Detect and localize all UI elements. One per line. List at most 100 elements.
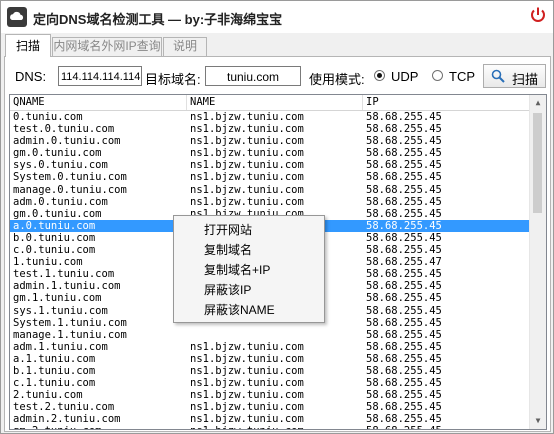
table-cell: gm.2.tuniu.com: [10, 425, 102, 429]
table-cell: 58.68.255.45: [366, 413, 442, 426]
table-row[interactable]: c.1.tuniu.com ns1.bjzw.tuniu.com 58.68.255…: [10, 377, 530, 389]
table-row[interactable]: adm.0.tuniu.com ns1.bjzw.tuniu.com 58.68.2…: [10, 196, 530, 208]
table-cell: ns1.bjzw.tuniu.com: [190, 183, 304, 196]
table-cell: adm.0.tuniu.com: [13, 195, 108, 208]
table-cell: 58.68.255.45: [366, 159, 442, 172]
table-cell: a.0.tuniu.com: [13, 219, 96, 232]
scan-button[interactable]: 扫描: [483, 64, 546, 88]
table-row[interactable]: manage.0.tuniu.com ns1.bjzw.tuniu.com 58.6…: [10, 184, 530, 196]
table-cell: gm.0.tuniu.com: [13, 147, 102, 160]
table-cell: ns1.bjzw.tuniu.com: [190, 195, 304, 208]
table-cell: admin.2.tuniu.com: [13, 413, 121, 426]
context-menu: 打开网站 复制域名 复制域名+IP 屏蔽该IP 屏蔽该NAME: [173, 215, 325, 323]
table-cell: 58.68.255.45: [366, 183, 442, 196]
table-cell: 58.68.255.45: [366, 377, 442, 390]
table-row[interactable]: 2.tuniu.com ns1.bjzw.tuniu.com 58.68.255.4…: [10, 389, 530, 401]
dns-input[interactable]: 114.114.114.114: [58, 66, 142, 86]
menu-item-block-name[interactable]: 屏蔽该NAME: [204, 301, 275, 318]
table-cell: adm.1.tuniu.com: [13, 340, 108, 353]
table-cell: test.0.tuniu.com: [13, 123, 115, 136]
table-cell: 58.68.255.45: [366, 328, 442, 341]
tab-help[interactable]: 说明: [163, 37, 207, 56]
udp-radio[interactable]: [374, 70, 385, 81]
table-cell: a.1.tuniu.com: [13, 352, 96, 365]
table-cell: test.2.tuniu.com: [13, 401, 115, 414]
table-cell: 58.68.255.45: [366, 401, 442, 414]
table-cell: 58.68.255.45: [366, 268, 442, 281]
vertical-scrollbar[interactable]: ▲ ▼: [529, 95, 546, 429]
table-cell: ns1.bjzw.tuniu.com: [190, 111, 304, 123]
table-cell: ns1.bjzw.tuniu.com: [190, 123, 304, 136]
table-cell: 2.tuniu.com: [13, 389, 83, 402]
mode-label: 使用模式:: [309, 72, 365, 87]
table-cell: System.0.tuniu.com: [13, 171, 127, 184]
column-header-qname[interactable]: QNAME: [10, 95, 187, 110]
table-cell: ns1.bjzw.tuniu.com: [190, 135, 304, 148]
table-cell: admin.1.tuniu.com: [13, 280, 121, 293]
tcp-radio[interactable]: [432, 70, 443, 81]
table-cell: ns1.bjzw.tuniu.com: [190, 389, 304, 402]
table-cell: ns1.bjzw.tuniu.com: [190, 159, 304, 172]
table-row[interactable]: manage.1.tuniu.com 58.68.255.45: [10, 329, 530, 341]
table-cell: 58.68.255.47: [366, 256, 442, 269]
table-row[interactable]: 0.tuniu.com ns1.bjzw.tuniu.com 58.68.255.4…: [10, 111, 530, 123]
table-cell: 58.68.255.45: [363, 425, 442, 429]
table-row[interactable]: test.0.tuniu.com ns1.bjzw.tuniu.com 58.68.…: [10, 123, 530, 135]
table-cell: 58.68.255.45: [366, 195, 442, 208]
table-cell: 58.68.255.45: [366, 171, 442, 184]
table-cell: ns1.bjzw.tuniu.com: [190, 364, 304, 377]
table-cell: ns1.bjzw.tuniu.com: [187, 425, 304, 429]
power-icon[interactable]: [529, 6, 547, 24]
table-cell: test.1.tuniu.com: [13, 268, 115, 281]
search-icon: [491, 69, 505, 83]
tab-scan[interactable]: 扫描: [5, 34, 51, 57]
scroll-up-icon[interactable]: ▲: [530, 95, 546, 111]
menu-item-copy-domain[interactable]: 复制域名: [204, 241, 252, 258]
table-cell: 1.tuniu.com: [13, 256, 83, 269]
table-cell: 58.68.255.45: [366, 231, 442, 244]
table-row[interactable]: System.0.tuniu.com ns1.bjzw.tuniu.com 58.6…: [10, 171, 530, 183]
table-row[interactable]: gm.0.tuniu.com ns1.bjzw.tuniu.com 58.68.25…: [10, 147, 530, 159]
table-cell: manage.0.tuniu.com: [13, 183, 127, 196]
menu-item-block-ip[interactable]: 屏蔽该IP: [204, 281, 251, 298]
table-row[interactable]: sys.0.tuniu.com ns1.bjzw.tuniu.com 58.68.2…: [10, 159, 530, 171]
table-row[interactable]: admin.2.tuniu.com ns1.bjzw.tuniu.com 58.68…: [10, 413, 530, 425]
window-title: 定向DNS域名检测工具 — by:子非海绵宝宝: [33, 12, 283, 27]
app-window: 定向DNS域名检测工具 — by:子非海绵宝宝 扫描 内网域名外网IP查询 说明…: [0, 0, 554, 434]
table-cell: c.1.tuniu.com: [13, 377, 96, 390]
table-cell: ns1.bjzw.tuniu.com: [190, 352, 304, 365]
table-cell: ns1.bjzw.tuniu.com: [190, 171, 304, 184]
table-row[interactable]: a.1.tuniu.com ns1.bjzw.tuniu.com 58.68.255…: [10, 353, 530, 365]
table-cell: ns1.bjzw.tuniu.com: [190, 340, 304, 353]
menu-item-open-site[interactable]: 打开网站: [204, 221, 252, 238]
table-cell: sys.1.tuniu.com: [13, 304, 108, 317]
table-cell: 58.68.255.45: [366, 123, 442, 136]
table-cell: 58.68.255.45: [366, 244, 442, 257]
column-header-name[interactable]: NAME: [187, 95, 363, 110]
table-row[interactable]: test.2.tuniu.com ns1.bjzw.tuniu.com 58.68.…: [10, 401, 530, 413]
target-domain-input[interactable]: tuniu.com: [205, 66, 301, 86]
scroll-thumb[interactable]: [533, 113, 542, 213]
scroll-down-icon[interactable]: ▼: [530, 413, 546, 429]
tcp-label: TCP: [449, 69, 475, 84]
table-cell: 58.68.255.45: [366, 219, 442, 232]
title-bar: 定向DNS域名检测工具 — by:子非海绵宝宝: [1, 1, 553, 33]
table-cell: 58.68.255.45: [366, 316, 442, 329]
table-row[interactable]: b.1.tuniu.com ns1.bjzw.tuniu.com 58.68.255…: [10, 365, 530, 377]
table-row[interactable]: admin.0.tuniu.com ns1.bjzw.tuniu.com 58.68…: [10, 135, 530, 147]
tab-intranet-query[interactable]: 内网域名外网IP查询: [52, 37, 162, 56]
table-row[interactable]: gm.2.tuniu.com ns1.bjzw.tuniu.com 58.68.25…: [10, 425, 530, 429]
menu-item-copy-domain-ip[interactable]: 复制域名+IP: [204, 261, 270, 278]
table-row[interactable]: adm.1.tuniu.com ns1.bjzw.tuniu.com 58.68.2…: [10, 341, 530, 353]
table-cell: gm.1.tuniu.com: [13, 292, 102, 305]
table-cell: ns1.bjzw.tuniu.com: [190, 147, 304, 160]
table-cell: gm.0.tuniu.com: [13, 207, 102, 220]
table-cell: 58.68.255.45: [366, 364, 442, 377]
column-header-ip[interactable]: IP: [363, 95, 530, 110]
table-cell: ns1.bjzw.tuniu.com: [190, 401, 304, 414]
table-cell: ns1.bjzw.tuniu.com: [190, 377, 304, 390]
table-cell: 58.68.255.45: [366, 352, 442, 365]
table-cell: 0.tuniu.com: [13, 111, 83, 123]
table-cell: admin.0.tuniu.com: [13, 135, 121, 148]
table-cell: 58.68.255.45: [366, 389, 442, 402]
